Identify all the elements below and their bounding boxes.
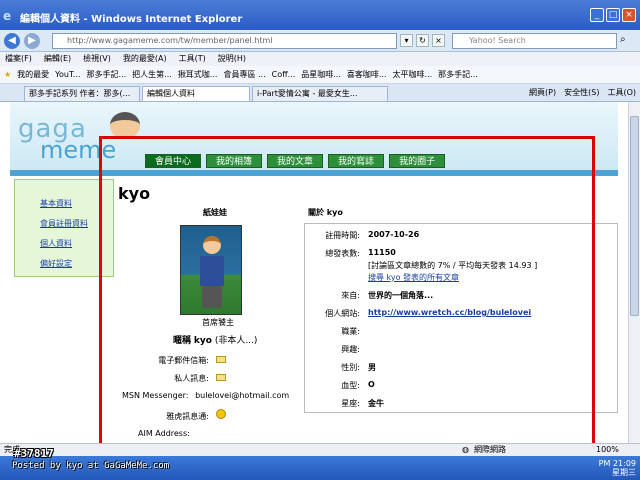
scroll-thumb[interactable] <box>630 116 639 316</box>
profile-content: kyo 紙娃娃 首席饕主 暱稱 kyo (非本人...) 電子郵件信箱: 私人訊… <box>118 179 618 443</box>
email-row: 電子郵件信箱: <box>144 355 226 366</box>
refresh-icon[interactable]: ↻ <box>416 34 429 47</box>
forward-button[interactable]: ▶ <box>24 33 40 49</box>
favorite-link[interactable]: 把人生第... <box>132 66 172 83</box>
favorite-link[interactable]: 那多手記... <box>438 66 478 83</box>
menu-tools[interactable]: 工具(T) <box>179 52 206 66</box>
ie-icon: e <box>3 9 12 23</box>
nav-my-circle[interactable]: 我的圈子 <box>389 154 446 168</box>
site-header: gaga meme 會員中心 我的相簿 我的文章 我的寫誌 我的圈子 <box>10 102 618 170</box>
maximize-button[interactable]: □ <box>606 8 620 22</box>
sidebar-item-preferences[interactable]: 偏好設定 <box>40 258 72 269</box>
avatar-caption: 首席饕主 <box>202 318 234 327</box>
nav-my-diary[interactable]: 我的寫誌 <box>328 154 385 168</box>
dropdown-icon[interactable]: ▾ <box>400 34 413 47</box>
minimize-button[interactable]: _ <box>590 8 604 22</box>
site-logo-bottom[interactable]: meme <box>40 136 116 164</box>
mascot-icon <box>110 112 140 138</box>
about-title: 關於 kyo <box>308 208 343 217</box>
favorites-button[interactable]: 我的最愛 <box>17 66 49 83</box>
email-label: 電子郵件信箱: <box>158 356 209 365</box>
about-box: 註冊時間: 2007-10-26 總發表數: 11150 [討論區文章總數的 7… <box>304 223 618 413</box>
favorites-bar: ★ 我的最愛 YouT... 那多手記... 把人生第... 揪耳式咖... 會… <box>0 66 640 84</box>
address-toolbar: ◀ ▶ http://www.gagameme.com/tw/member/pa… <box>0 30 640 52</box>
avatar-title: 紙娃娃 <box>203 208 227 217</box>
favorite-link[interactable]: 太平咖啡... <box>393 66 433 83</box>
clock-day: 星期三 <box>612 468 636 477</box>
tab-bar: 那多手記系列 作者：那多(... 編輯個人資料 i-Part愛情公寓 - 最愛女… <box>0 84 640 102</box>
tab-nadou[interactable]: 那多手記系列 作者：那多(... <box>24 86 140 101</box>
pm-label: 私人訊息: <box>174 374 209 383</box>
nickname-label: 暱稱 <box>173 336 192 346</box>
envelope-icon[interactable] <box>215 356 226 363</box>
tab-ipart[interactable]: i-Part愛情公寓 - 最愛女生... <box>252 86 388 101</box>
message-icon[interactable] <box>215 374 226 381</box>
watermark-id: #37817 <box>14 447 54 460</box>
avatar <box>180 225 242 315</box>
star-icon: ★ <box>4 70 12 79</box>
sidebar: 基本資料 會員註冊資料 個人資料 偏好設定 <box>14 179 114 277</box>
watermark-credit: Posted by kyo at GaGaMeMe.com <box>12 461 170 471</box>
nickname-line: 暱稱 kyo (非本人...) <box>173 333 257 346</box>
clock-time[interactable]: PM 21:09 <box>599 459 636 468</box>
menu-bar: 檔案(F) 編輯(E) 檢視(V) 我的最愛(A) 工具(T) 說明(H) <box>0 52 640 66</box>
sidebar-item-registration[interactable]: 會員註冊資料 <box>40 218 88 229</box>
yahoo-row: 雅虎訊息通: <box>144 409 226 422</box>
search-icon[interactable]: ⌕ <box>620 34 626 45</box>
zone-text: 網際網路 <box>474 445 506 454</box>
tab-edit-profile[interactable]: 編輯個人資料 <box>142 86 250 101</box>
back-button[interactable]: ◀ <box>4 33 20 49</box>
system-tray: PM 21:09 星期三 <box>599 459 636 477</box>
menu-file[interactable]: 檔案(F) <box>5 52 32 66</box>
stop-icon[interactable]: × <box>432 34 445 47</box>
yahoo-smile-icon[interactable] <box>215 409 226 419</box>
window-titlebar: e 編輯個人資料 - Windows Internet Explorer _ □… <box>0 0 640 30</box>
favorite-link[interactable]: 那多手記... <box>87 66 127 83</box>
vertical-scrollbar[interactable] <box>628 102 640 443</box>
favorite-link[interactable]: YouT... <box>55 66 80 83</box>
nickname-note: (非本人...) <box>214 336 258 346</box>
status-bar: 完成 ◍ 網際網路 100% <box>0 443 640 456</box>
search-input[interactable]: Yahoo! Search <box>452 33 617 49</box>
nav-my-articles[interactable]: 我的文章 <box>267 154 324 168</box>
profile-username: kyo <box>118 184 151 203</box>
menu-favorites[interactable]: 我的最愛(A) <box>123 52 167 66</box>
page-content: gaga meme 會員中心 我的相簿 我的文章 我的寫誌 我的圈子 基本資料 … <box>0 102 628 443</box>
aim-label: AIM Address: <box>138 429 190 438</box>
site-nav: 會員中心 我的相簿 我的文章 我的寫誌 我的圈子 <box>145 154 446 168</box>
pm-row: 私人訊息: <box>144 373 226 384</box>
favorite-link[interactable]: 會員專區 ... <box>223 66 265 83</box>
website-link[interactable]: http://www.wretch.cc/blog/bulelovei <box>368 308 531 317</box>
menu-edit[interactable]: 編輯(E) <box>44 52 71 66</box>
search-posts-link[interactable]: 搜尋 kyo 發表的所有文章 <box>368 272 459 283</box>
close-button[interactable]: × <box>622 8 636 22</box>
msn-label: MSN Messenger: <box>122 391 189 400</box>
address-input[interactable]: http://www.gagameme.com/tw/member/panel.… <box>52 33 397 49</box>
page-menu[interactable]: 網頁(P) <box>529 86 556 100</box>
yahoo-label: 雅虎訊息通: <box>166 412 209 421</box>
sidebar-item-basic[interactable]: 基本資料 <box>40 198 72 209</box>
msn-row: MSN Messenger: bulelovei@hotmail.com <box>122 391 289 400</box>
globe-icon: ◍ <box>462 445 469 454</box>
aim-row: AIM Address: <box>138 429 190 438</box>
header-divider <box>10 170 618 176</box>
window-title: 編輯個人資料 - Windows Internet Explorer <box>20 14 243 25</box>
nav-member-center[interactable]: 會員中心 <box>145 154 202 168</box>
favorite-link[interactable]: 品星咖啡... <box>301 66 341 83</box>
favorite-link[interactable]: Coff... <box>272 66 296 83</box>
menu-help[interactable]: 說明(H) <box>218 52 246 66</box>
nav-my-album[interactable]: 我的相簿 <box>206 154 263 168</box>
sidebar-item-personal[interactable]: 個人資料 <box>40 238 72 249</box>
safety-menu[interactable]: 安全性(S) <box>564 86 599 100</box>
favorite-link[interactable]: 喜客咖啡... <box>347 66 387 83</box>
menu-view[interactable]: 檢視(V) <box>83 52 111 66</box>
msn-value: bulelovei@hotmail.com <box>195 391 290 400</box>
tools-menu[interactable]: 工具(O) <box>607 86 636 100</box>
zoom-level[interactable]: 100% <box>596 444 619 456</box>
favorite-link[interactable]: 揪耳式咖... <box>178 66 218 83</box>
nickname-value: kyo <box>193 336 212 346</box>
